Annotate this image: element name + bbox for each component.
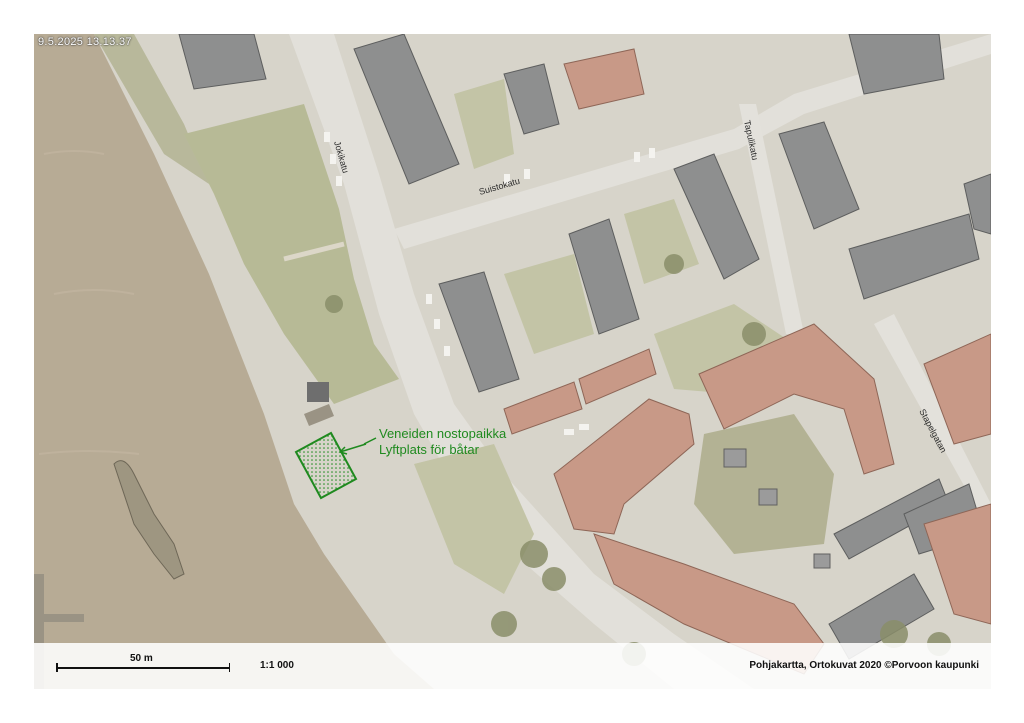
scale-ratio-label: 1:1 000 [260,660,294,671]
callout-line-sv: Lyftplats för båtar [379,442,480,457]
small-shed [307,382,329,402]
scale-bar [56,664,230,671]
map-timestamp: 9.5.2025 13.13.37 [38,36,132,48]
map-footer: 50 m 1:1 000 Pohjakartta, Ortokuvat 2020… [34,643,991,689]
aerial-map[interactable]: Veneiden nostopaikka Lyftplats för båtar… [34,34,991,689]
callout-line-fi: Veneiden nostopaikka [379,426,507,441]
map-credits: Pohjakartta, Ortokuvat 2020 ©Porvoon kau… [749,660,979,671]
scale-distance-label: 50 m [130,653,153,664]
map-frame[interactable]: Veneiden nostopaikka Lyftplats för båtar… [34,34,991,689]
